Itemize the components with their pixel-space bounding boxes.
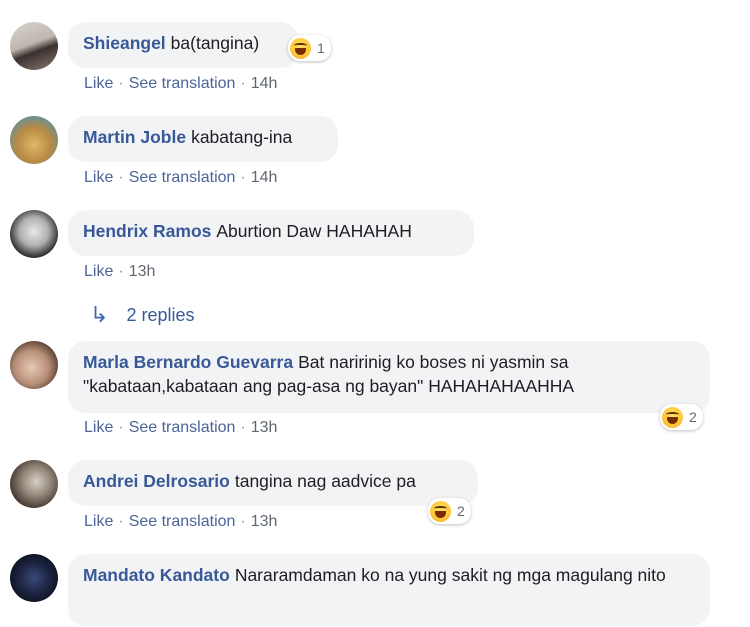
like-link[interactable]: Like [84,169,113,186]
haha-emoji-icon [430,500,451,522]
comment-bubble: Martin Joble kabatang-ina [68,116,338,162]
comment-text: kabatang-ina [191,127,293,147]
avatar[interactable] [10,460,58,508]
reaction-count: 2 [689,409,697,425]
avatar[interactable] [10,554,58,602]
reaction-badge[interactable]: 2 [428,498,471,524]
comment-actions: Like · See translation · 14h [84,75,277,93]
comment-author[interactable]: Shieangel [83,33,166,53]
comment-actions: Like · 13h [84,263,155,281]
comment-actions: Like · See translation · 13h [84,419,277,437]
haha-emoji-icon [662,406,683,428]
comment-author[interactable]: Marla Bernardo Guevarra [83,352,293,372]
separator: · [118,419,124,436]
comment-author[interactable]: Andrei Delrosario [83,471,230,491]
separator: · [118,75,124,92]
comment-author[interactable]: Martin Joble [83,127,186,147]
haha-emoji-icon [290,37,311,59]
comment-bubble: Hendrix Ramos Aburtion Daw HAHAHAH [68,210,474,256]
see-translation-link[interactable]: See translation [129,419,236,436]
timestamp[interactable]: 14h [251,169,278,186]
comment-author[interactable]: Mandato Kandato [83,565,230,585]
comment-bubble: Andrei Delrosario tangina nag aadvice pa [68,460,478,506]
comment-bubble: Shieangel ba(tangina) [68,22,298,68]
avatar[interactable] [10,116,58,164]
like-link[interactable]: Like [84,263,113,280]
reply-arrow-icon: ↳ [90,302,109,327]
comment-actions: Like · See translation · 13h [84,513,277,531]
comment-bubble: Marla Bernardo Guevarra Bat naririnig ko … [68,341,710,413]
comment-text: ba(tangina) [170,33,260,53]
like-link[interactable]: Like [84,75,113,92]
reaction-badge[interactable]: 1 [288,35,331,61]
like-link[interactable]: Like [84,513,113,530]
see-translation-link[interactable]: See translation [129,169,236,186]
comment-bubble: Mandato Kandato Nararamdaman ko na yung s… [68,554,710,626]
comment-actions: Like · See translation · 14h [84,169,277,187]
timestamp[interactable]: 13h [251,419,278,436]
separator: · [118,263,124,280]
separator: · [240,419,246,436]
comment-text: tangina nag aadvice pa [234,471,416,491]
separator: · [240,513,246,530]
like-link[interactable]: Like [84,419,113,436]
avatar[interactable] [10,22,58,70]
view-replies-link[interactable]: ↳ 2 replies [90,302,194,328]
see-translation-link[interactable]: See translation [129,513,236,530]
see-translation-link[interactable]: See translation [129,75,236,92]
separator: · [240,75,246,92]
comment-author[interactable]: Hendrix Ramos [83,221,211,241]
reaction-badge[interactable]: 2 [660,404,703,430]
separator: · [118,169,124,186]
timestamp[interactable]: 13h [251,513,278,530]
separator: · [240,169,246,186]
avatar[interactable] [10,210,58,258]
comment-text: Nararamdaman ko na yung sakit ng mga mag… [234,565,666,585]
timestamp[interactable]: 13h [129,263,156,280]
replies-count: 2 replies [126,304,195,325]
separator: · [118,513,124,530]
timestamp[interactable]: 14h [251,75,278,92]
reaction-count: 1 [317,40,325,56]
reaction-count: 2 [457,503,465,519]
comment-text: Aburtion Daw HAHAHAH [216,221,412,241]
avatar[interactable] [10,341,58,389]
